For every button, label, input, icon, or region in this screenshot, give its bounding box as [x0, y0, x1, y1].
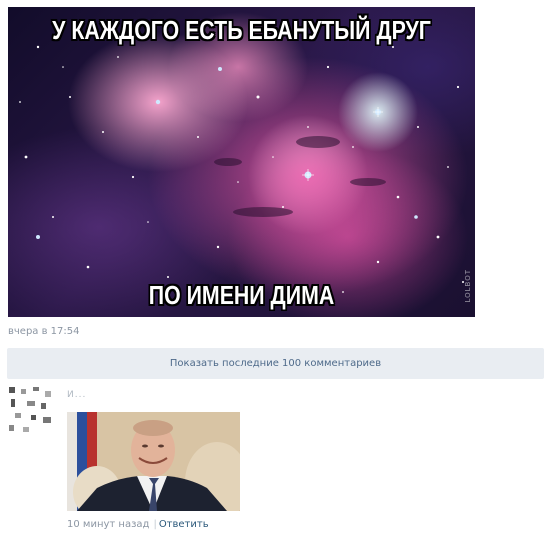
post-timestamp[interactable]: вчера в 17:54	[8, 326, 80, 337]
comment-photo-content	[67, 412, 240, 511]
comment-meta: 10 минут назад | Ответить	[67, 519, 209, 530]
comment-author[interactable]: И...	[67, 390, 86, 400]
show-comments-button[interactable]: Показать последние 100 комментариев	[7, 348, 544, 379]
meme-bottom-text: ПО ИМЕНИ ДИМА	[148, 280, 335, 310]
comment-photo[interactable]	[67, 412, 240, 511]
nebula-stars	[19, 45, 464, 293]
avatar[interactable]	[7, 385, 57, 435]
comment-time[interactable]: 10 минут назад	[67, 519, 149, 530]
meme-top-text: У КАЖДОГО ЕСТЬ ЕБАНУТЫЙ ДРУГ	[52, 15, 431, 45]
post-image[interactable]: У КАЖДОГО ЕСТЬ ЕБАНУТЫЙ ДРУГ ПО ИМЕНИ ДИ…	[8, 7, 475, 317]
watermark: LOLBOT	[464, 269, 472, 303]
reply-link[interactable]: Ответить	[159, 519, 209, 530]
meta-separator: |	[153, 519, 157, 530]
